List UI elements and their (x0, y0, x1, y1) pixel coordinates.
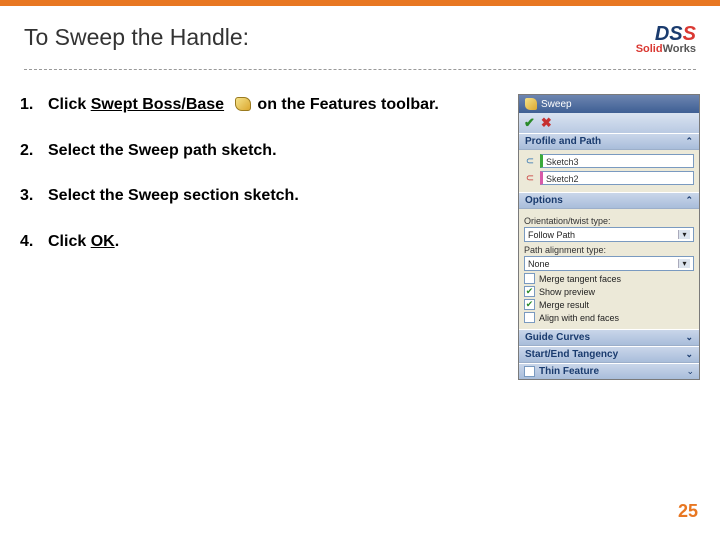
check-merge-result[interactable]: ✔ Merge result (524, 299, 694, 310)
content-area: 1. Click Swept Boss/Base on the Features… (0, 70, 720, 380)
pm-title-text: Sweep (541, 99, 572, 110)
logo-text-right: Works (663, 43, 696, 55)
ok-button[interactable]: ✔ (524, 115, 535, 131)
align-combo[interactable]: None ▾ (524, 256, 694, 271)
pm-confirm-row: ✔ ✖ (519, 113, 699, 133)
options-body: Orientation/twist type: Follow Path ▾ Pa… (519, 209, 699, 329)
chevron-down-icon: ▾ (678, 259, 690, 268)
section-tangency[interactable]: Start/End Tangency ⌄ (519, 346, 699, 363)
step-4: 4. Click OK. (20, 231, 504, 253)
swept-boss-base-link: Swept Boss/Base (91, 96, 224, 113)
step-3: 3. Select the Sweep section sketch. (20, 185, 504, 207)
header: To Sweep the Handle: DSS SolidWorks (0, 6, 720, 65)
cancel-button[interactable]: ✖ (541, 115, 552, 131)
property-manager: Sweep ✔ ✖ Profile and Path ⌃ ⊂ Sketch3 ⊂… (518, 94, 700, 380)
check-show-preview[interactable]: ✔ Show preview (524, 286, 694, 297)
brand-logo: DSS SolidWorks (636, 24, 696, 55)
section-thin-feature[interactable]: Thin Feature ⌄ (519, 363, 699, 379)
checkbox[interactable] (524, 366, 535, 377)
align-label: Path alignment type: (524, 245, 694, 255)
ok-link: OK (91, 233, 115, 250)
chevron-down-icon: ⌄ (685, 349, 693, 360)
pm-titlebar: Sweep (519, 95, 699, 113)
section-options[interactable]: Options ⌃ (519, 192, 699, 209)
page-number: 25 (678, 501, 698, 522)
check-merge-tangent[interactable]: Merge tangent faces (524, 273, 694, 284)
profile-icon: ⊂ (524, 155, 536, 167)
step-list: 1. Click Swept Boss/Base on the Features… (20, 94, 504, 380)
checkbox[interactable]: ✔ (524, 299, 535, 310)
chevron-up-icon: ⌃ (685, 136, 693, 147)
section-guide-curves[interactable]: Guide Curves ⌄ (519, 329, 699, 346)
checkbox[interactable] (524, 312, 535, 323)
orient-label: Orientation/twist type: (524, 216, 694, 226)
section-profile-path[interactable]: Profile and Path ⌃ (519, 133, 699, 150)
logo-mark: DSS (655, 23, 696, 45)
step-1: 1. Click Swept Boss/Base on the Features… (20, 94, 504, 116)
check-align-end-faces[interactable]: Align with end faces (524, 312, 694, 323)
profile-path-body: ⊂ Sketch3 ⊂ Sketch2 (519, 150, 699, 192)
step-2: 2. Select the Sweep path sketch. (20, 140, 504, 162)
orient-combo[interactable]: Follow Path ▾ (524, 227, 694, 242)
path-field[interactable]: Sketch2 (540, 171, 694, 185)
path-icon: ⊂ (524, 172, 536, 184)
sweep-feature-icon (525, 98, 537, 110)
logo-text-left: Solid (636, 43, 663, 55)
sweep-icon (235, 97, 251, 111)
chevron-down-icon: ⌄ (685, 332, 693, 343)
page-title: To Sweep the Handle: (24, 24, 636, 51)
chevron-down-icon: ▾ (678, 230, 690, 239)
profile-field[interactable]: Sketch3 (540, 154, 694, 168)
checkbox[interactable]: ✔ (524, 286, 535, 297)
chevron-up-icon: ⌃ (685, 195, 693, 206)
checkbox[interactable] (524, 273, 535, 284)
chevron-down-icon: ⌄ (686, 366, 694, 377)
